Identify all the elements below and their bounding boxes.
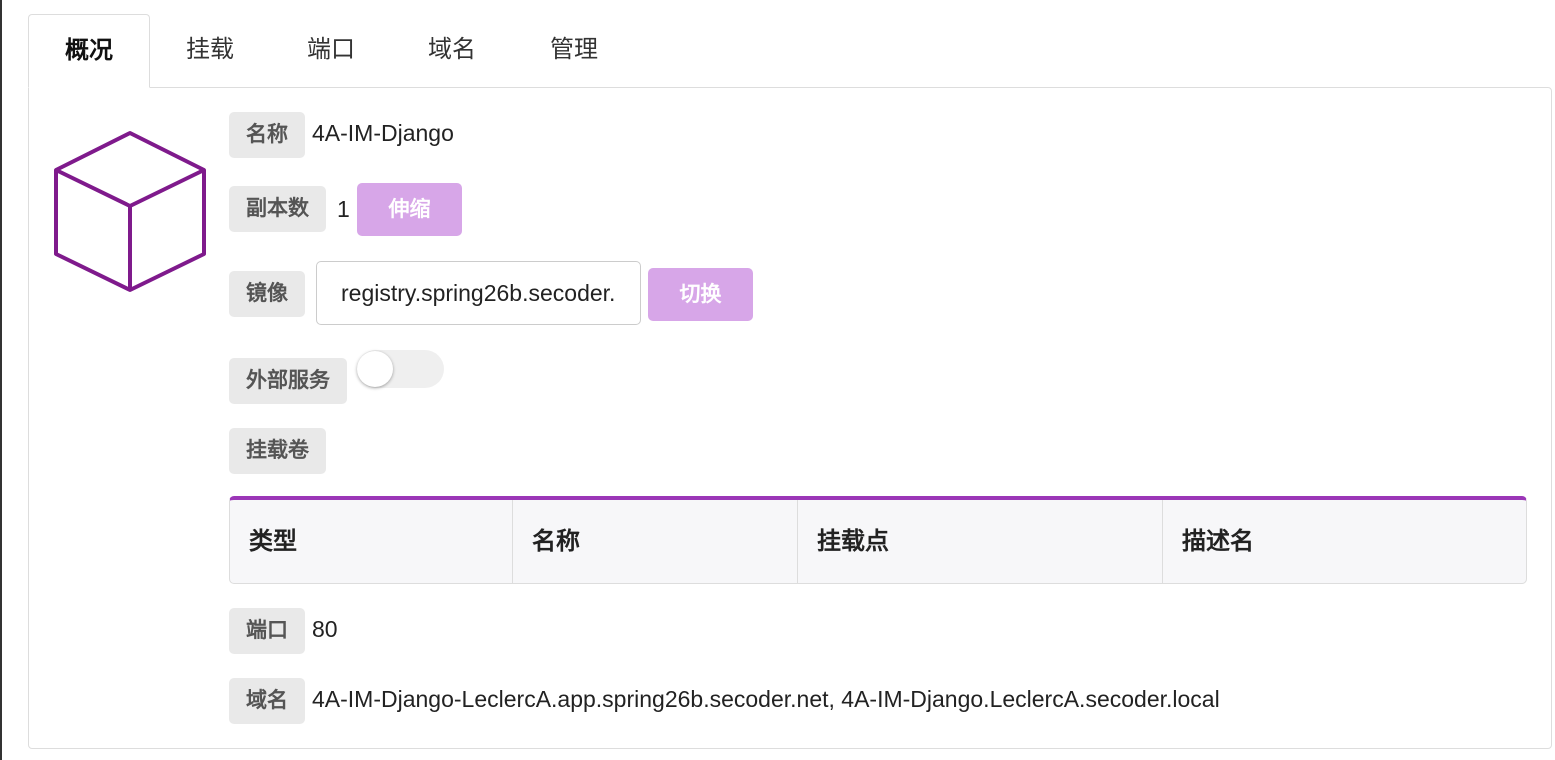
tab-overview[interactable]: 概况: [28, 14, 150, 88]
tab-bar: 概况 挂载 端口 域名 管理: [28, 14, 636, 88]
external-service-toggle[interactable]: [357, 350, 444, 388]
toggle-knob: [357, 351, 393, 387]
table-header-type[interactable]: 类型: [230, 500, 513, 583]
replicas-label: 副本数: [229, 186, 326, 232]
scale-button[interactable]: 伸缩: [357, 183, 462, 236]
external-service-label: 外部服务: [229, 358, 347, 404]
tab-domains[interactable]: 域名: [392, 14, 512, 88]
tab-mounts[interactable]: 挂载: [150, 14, 270, 88]
image-input[interactable]: [316, 261, 641, 325]
domain-value: 4A-IM-Django-LeclercA.app.spring26b.seco…: [312, 686, 1220, 712]
table-header-description[interactable]: 描述名: [1163, 500, 1526, 583]
cube-icon: [54, 131, 206, 292]
name-value: 4A-IM-Django: [312, 120, 454, 146]
name-label: 名称: [229, 112, 305, 158]
port-value: 80: [312, 616, 338, 642]
port-label: 端口: [229, 608, 305, 654]
tab-management[interactable]: 管理: [512, 14, 636, 88]
domain-label: 域名: [229, 678, 305, 724]
volumes-table: 类型 名称 挂载点 描述名: [229, 496, 1527, 584]
switch-image-button[interactable]: 切换: [648, 268, 753, 321]
image-label: 镜像: [229, 271, 305, 317]
tab-ports[interactable]: 端口: [270, 14, 392, 88]
replicas-value: 1: [337, 196, 350, 222]
service-detail-page: 概况 挂载 端口 域名 管理 名称 4A-IM-Django 副本数 1 伸缩 …: [0, 0, 1555, 760]
table-header-mount-point[interactable]: 挂载点: [798, 500, 1163, 583]
volumes-label: 挂载卷: [229, 428, 326, 474]
table-header-name[interactable]: 名称: [513, 500, 798, 583]
